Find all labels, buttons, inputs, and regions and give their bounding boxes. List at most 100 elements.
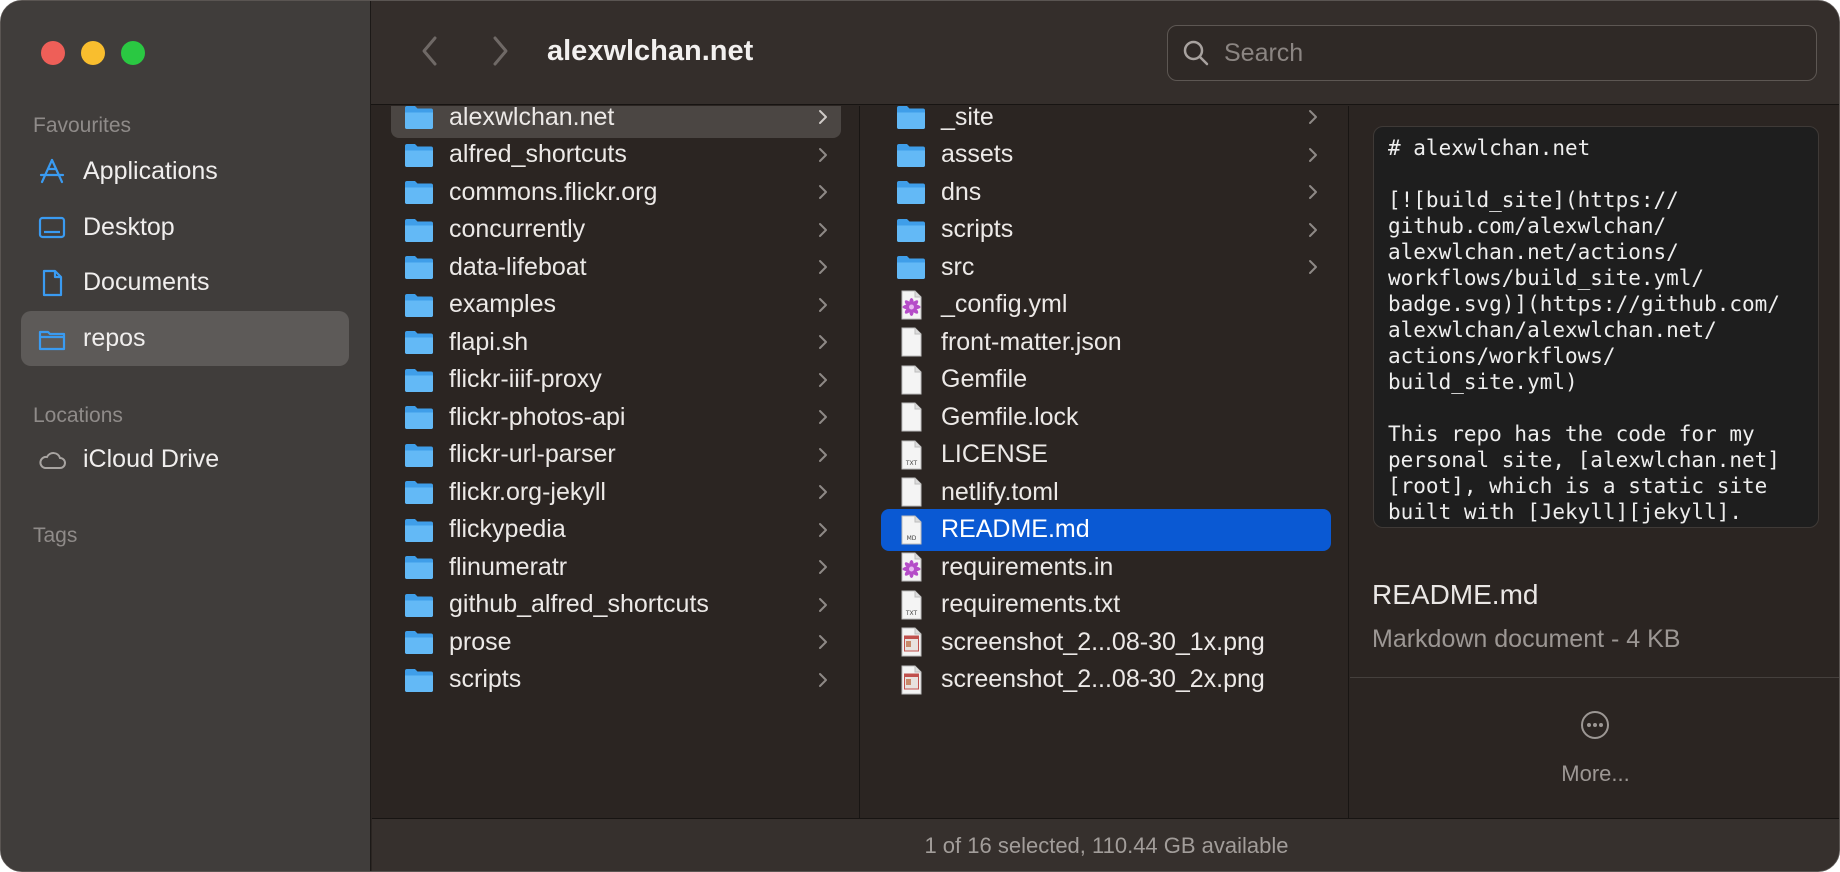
item-name: flinumeratr [449, 552, 568, 581]
sidebar-item-repos[interactable]: repos [21, 311, 349, 366]
item-name: flapi.sh [449, 327, 529, 356]
folder-row[interactable]: data-lifeboat [391, 246, 841, 288]
item-name: flickr-photos-api [449, 402, 626, 431]
chevron-right-icon [1309, 110, 1317, 124]
folder-icon [405, 518, 433, 542]
document-icon [901, 477, 922, 507]
chevron-right-icon [819, 185, 827, 199]
folder-icon [405, 593, 433, 617]
yaml-file-icon [901, 290, 922, 319]
folder-row[interactable]: scripts [391, 659, 841, 701]
item-name: prose [449, 627, 512, 656]
file-row[interactable]: front-matter.json [881, 321, 1331, 363]
preview-pane: # alexwlchan.net [![build_site](https://… [1350, 106, 1839, 818]
search-icon [1183, 40, 1209, 66]
file-row[interactable]: _config.yml [881, 284, 1331, 326]
chevron-right-icon [1309, 222, 1317, 237]
search-field[interactable] [1167, 25, 1817, 81]
applications-icon [37, 157, 67, 187]
folder-row[interactable]: flickr.org-jekyll [391, 471, 841, 513]
image-file-icon [901, 627, 922, 657]
folder-row[interactable]: commons.flickr.org [391, 171, 841, 213]
sidebar-item-desktop[interactable]: Desktop [21, 200, 349, 255]
more-button[interactable]: More... [1350, 761, 1839, 787]
sidebar-section-tags: Tags [33, 524, 78, 547]
folder-icon [405, 368, 433, 392]
folder-row[interactable]: flapi.sh [391, 321, 841, 363]
file-row[interactable]: Gemfile.lock [881, 396, 1331, 438]
folder-row[interactable]: flickr-url-parser [391, 434, 841, 476]
more-icon[interactable] [1579, 709, 1611, 741]
chevron-right-icon [819, 297, 827, 312]
file-row[interactable]: Gemfile [881, 359, 1331, 401]
file-row[interactable]: TXT requirements.txt [881, 584, 1331, 626]
zoom-window-button[interactable] [121, 41, 145, 65]
folder-row[interactable]: flinumeratr [391, 546, 841, 588]
item-name: flickr-url-parser [449, 440, 616, 468]
file-row[interactable]: netlify.toml [881, 471, 1331, 513]
image-file-icon [901, 665, 922, 694]
folder-row[interactable]: concurrently [391, 209, 841, 251]
folder-icon [405, 406, 433, 429]
sidebar-item-icloud-drive[interactable]: iCloud Drive [21, 432, 349, 487]
folder-row[interactable]: assets [881, 134, 1331, 176]
chevron-right-icon [819, 147, 827, 162]
chevron-right-icon [819, 260, 827, 274]
folder-icon [405, 293, 433, 317]
item-name: alfred_shortcuts [449, 140, 627, 168]
back-button[interactable] [415, 31, 445, 71]
file-row[interactable]: TXT LICENSE [881, 434, 1331, 476]
chevron-right-icon [819, 635, 827, 649]
minimize-window-button[interactable] [81, 41, 105, 65]
item-name: Gemfile.lock [941, 402, 1079, 431]
folder-row[interactable]: examples [391, 284, 841, 326]
sidebar-item-label: Documents [83, 268, 210, 296]
cloud-icon [37, 445, 67, 475]
folder-row[interactable]: scripts [881, 209, 1331, 251]
item-name: _config.yml [941, 290, 1068, 318]
file-preview[interactable]: # alexwlchan.net [![build_site](https://… [1373, 126, 1819, 528]
file-row[interactable]: requirements.in [881, 546, 1331, 588]
folder-icon [897, 106, 925, 129]
folder-row[interactable]: github_alfred_shortcuts [391, 584, 841, 626]
item-name: github_alfred_shortcuts [449, 590, 709, 618]
item-name: flickr.org-jekyll [449, 477, 606, 506]
document-icon [901, 402, 922, 432]
folder-row[interactable]: prose [391, 621, 841, 663]
folder-row[interactable]: dns [881, 171, 1331, 213]
file-row[interactable]: screenshot_2...08-30_1x.png [881, 621, 1331, 663]
chevron-right-icon [819, 522, 827, 537]
sidebar-item-documents[interactable]: Documents [21, 255, 349, 310]
preview-file-meta: Markdown document - 4 KB [1372, 625, 1681, 653]
chevron-right-icon [819, 410, 827, 424]
chevron-left-icon [422, 36, 437, 66]
column-repos: alexwlchan.net alfred_shortcuts commons.fl… [372, 106, 860, 818]
folder-icon [405, 443, 433, 467]
chevron-right-icon [1309, 147, 1317, 162]
search-input[interactable] [1224, 38, 1784, 68]
folder-icon [897, 256, 925, 279]
forward-button[interactable] [485, 31, 515, 71]
folder-icon [405, 331, 433, 354]
chevron-right-icon [1309, 185, 1317, 199]
folder-row[interactable]: flickypedia [391, 509, 841, 551]
item-name: scripts [941, 215, 1014, 243]
close-window-button[interactable] [41, 41, 65, 65]
status-bar: 1 of 16 selected, 110.44 GB available [372, 818, 1839, 871]
item-name: assets [941, 140, 1014, 168]
folder-row[interactable]: flickr-iiif-proxy [391, 359, 841, 401]
folder-row[interactable]: alfred_shortcuts [391, 134, 841, 176]
sidebar-item-applications[interactable]: Applications [21, 144, 349, 199]
yaml-file-icon [901, 552, 922, 582]
folder-row[interactable]: flickr-photos-api [391, 396, 841, 438]
file-row[interactable]: MD README.md [881, 508, 1331, 551]
folder-row[interactable]: src [881, 246, 1331, 288]
text-file-icon: TXT [901, 590, 922, 619]
item-name: Gemfile [941, 365, 1028, 393]
file-row[interactable]: screenshot_2...08-30_2x.png [881, 659, 1331, 701]
folder-icon [405, 218, 433, 242]
sidebar-item-label: iCloud Drive [83, 445, 220, 473]
chevron-right-icon [819, 485, 827, 499]
item-name: _site [941, 106, 994, 131]
folder-icon [405, 181, 433, 204]
